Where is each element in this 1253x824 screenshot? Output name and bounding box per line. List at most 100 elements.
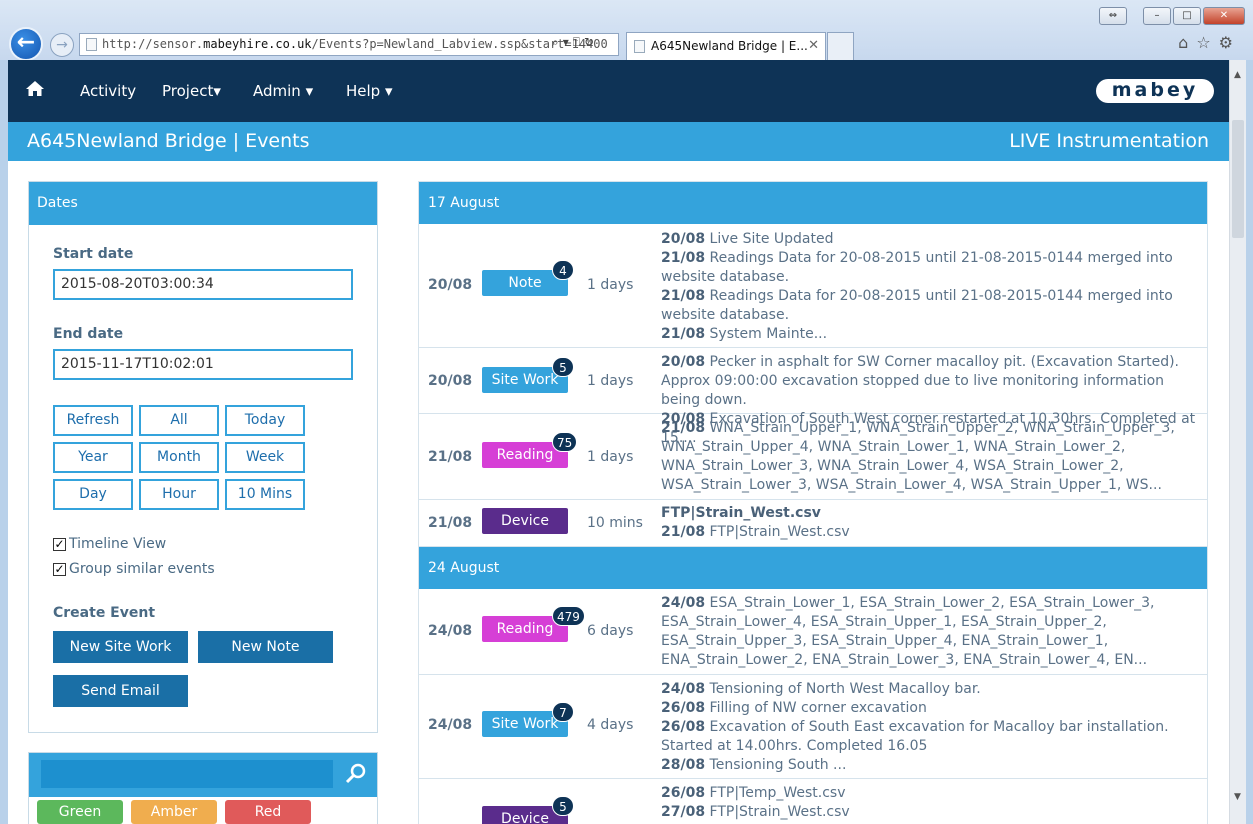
nav-activity[interactable]: Activity — [80, 82, 136, 100]
new-note-button[interactable]: New Note — [198, 631, 333, 663]
event-line-date: 21/08 — [661, 326, 706, 342]
window-frame — [1246, 60, 1253, 824]
event-description: FTP|Strain_West.csv 21/08 FTP|Strain_Wes… — [661, 504, 1199, 542]
group-similar-checkbox[interactable]: ✓ — [53, 562, 66, 576]
scroll-thumb[interactable] — [1232, 120, 1244, 238]
event-type-badge[interactable]: Device — [482, 508, 568, 534]
mabey-logo[interactable]: mabey — [1096, 79, 1214, 103]
group-similar-checkbox-row[interactable]: ✓ Group similar events — [53, 561, 215, 577]
search-icon[interactable]: ⌕ — [552, 35, 563, 49]
vertical-scrollbar[interactable]: ▲ ▼ — [1229, 60, 1246, 824]
event-count-badge: 5 — [552, 796, 574, 816]
close-window-button[interactable]: ✕ — [1203, 7, 1245, 25]
favorites-star-icon[interactable]: ☆ — [1196, 33, 1218, 52]
event-line-text: Readings Data for 20-08-2015 until 21-08… — [661, 250, 1173, 285]
status-chip-green[interactable]: Green — [37, 800, 123, 824]
minimize-button[interactable]: – — [1143, 7, 1171, 25]
status-chip-amber[interactable]: Amber — [131, 800, 217, 824]
event-line-text: System Mainte... — [709, 326, 828, 342]
page-viewport: Activity Project▾ Admin ▾ Help ▾ mabey A… — [8, 60, 1229, 824]
back-button[interactable]: ← — [9, 27, 43, 61]
refresh-icon[interactable]: ↻ — [584, 35, 598, 49]
event-description: 24/08 ESA_Strain_Lower_1, ESA_Strain_Low… — [661, 594, 1199, 670]
nav-admin[interactable]: Admin ▾ — [253, 82, 313, 100]
event-line-text: Filling of NW corner excavation — [709, 700, 927, 716]
search-icon[interactable] — [345, 762, 367, 784]
event-line-date: 27/08 — [661, 804, 706, 820]
restore-layout-icon[interactable]: ⇔ — [1099, 7, 1127, 25]
send-email-button[interactable]: Send Email — [53, 675, 188, 707]
event-line: 21/08 Readings Data for 20-08-2015 until… — [661, 249, 1199, 287]
top-navbar: Activity Project▾ Admin ▾ Help ▾ mabey — [8, 60, 1229, 122]
event-description: 24/08 Tensioning of North West Macalloy … — [661, 680, 1199, 775]
event-line-text: ESA_Strain_Lower_1, ESA_Strain_Lower_2, … — [661, 595, 1155, 668]
year-button[interactable]: Year — [53, 442, 133, 473]
event-duration: 10 mins — [587, 515, 643, 531]
event-line-text: FTP|Strain_West.csv — [709, 524, 850, 540]
event-line-text: WNA_Strain_Upper_1, WNA_Strain_Upper_2, … — [661, 420, 1175, 493]
live-instrumentation-label: LIVE Instrumentation — [1009, 130, 1209, 152]
event-row[interactable]: 24/08 Reading 479 6 days 24/08 ESA_Strain_Lo… — [419, 589, 1207, 675]
event-line-text: Pecker in asphalt for SW Corner macalloy… — [661, 354, 1179, 408]
home-icon[interactable] — [25, 79, 45, 99]
event-row[interactable]: 21/08 Reading 75 1 days 21/08 WNA_Strain_Upp… — [419, 414, 1207, 500]
hour-button[interactable]: Hour — [139, 479, 219, 510]
start-date-input[interactable]: 2015-08-20T03:00:34 — [53, 269, 353, 300]
search-input[interactable] — [41, 760, 333, 788]
forward-button[interactable]: → — [50, 33, 74, 57]
nav-project[interactable]: Project▾ — [162, 82, 221, 100]
close-tab-icon[interactable]: ✕ — [808, 33, 819, 59]
new-site-work-button[interactable]: New Site Work — [53, 631, 188, 663]
event-line: 21/08 WNA_Strain_Upper_1, WNA_Strain_Upp… — [661, 419, 1199, 495]
event-row[interactable]: 21/08 Device 10 mins FTP|Strain_West.csv 21… — [419, 500, 1207, 547]
day-button[interactable]: Day — [53, 479, 133, 510]
scroll-up-icon[interactable]: ▲ — [1234, 70, 1241, 80]
event-line-date: 28/08 — [661, 757, 706, 773]
event-line-text: Tensioning of North West Macalloy bar. — [709, 681, 981, 697]
event-line: 28/08 Tensioning South ... — [661, 756, 1199, 775]
event-row[interactable]: 20/08 Site Work 5 1 days 20/08 Pecker in asp… — [419, 348, 1207, 446]
compat-icon[interactable]: ⍐ — [573, 35, 584, 49]
scroll-down-icon[interactable]: ▼ — [1234, 792, 1241, 802]
browser-chrome: ⇔ – □ ✕ ← → http://sensor.mabeyhire.co.u… — [0, 0, 1253, 61]
event-count-badge: 7 — [552, 702, 574, 722]
day-header: 24 August — [419, 547, 1207, 589]
event-row[interactable]: Device 5 26/08 FTP|Temp_West.csv 27/08 FTP|… — [419, 779, 1207, 824]
maximize-button[interactable]: □ — [1173, 7, 1201, 25]
dates-panel: Dates Start date 2015-08-20T03:00:34 End… — [28, 181, 378, 733]
address-bar-icons: ⌕▾⍐↻ — [552, 35, 598, 50]
nav-help[interactable]: Help ▾ — [346, 82, 393, 100]
week-button[interactable]: Week — [225, 442, 305, 473]
event-line-date: 26/08 — [661, 700, 706, 716]
dropdown-icon[interactable]: ▾ — [563, 35, 573, 49]
refresh-button[interactable]: Refresh — [53, 405, 133, 436]
timeline-view-checkbox-row[interactable]: ✓ Timeline View — [53, 536, 166, 552]
timeline-view-checkbox[interactable]: ✓ — [53, 537, 66, 551]
event-line-date: 24/08 — [661, 595, 706, 611]
event-row[interactable]: 20/08 Note 4 1 days 20/08 Live Site Updated 2… — [419, 224, 1207, 348]
create-event-label: Create Event — [53, 605, 156, 621]
event-line-date: 20/08 — [661, 354, 706, 370]
timeline-view-label: Timeline View — [69, 536, 167, 552]
end-date-input[interactable]: 2015-11-17T10:02:01 — [53, 349, 353, 380]
gear-icon[interactable]: ⚙ — [1219, 33, 1241, 52]
event-line: 27/08 FTP|Strain_West.csv — [661, 803, 1199, 822]
event-line-text: Live Site Updated — [709, 231, 834, 247]
event-line-text: Tensioning South ... — [709, 757, 847, 773]
event-line: 21/08 Readings Data for 20-08-2015 until… — [661, 287, 1199, 325]
browser-tab-active[interactable]: A645Newland Bridge | E... ✕ — [626, 32, 826, 60]
event-line-text: FTP|Temp_West.csv — [709, 785, 846, 801]
page-title: A645Newland Bridge | Events — [27, 130, 310, 152]
events-list: 17 August 20/08 Note 4 1 days 20/08 Live Site… — [418, 181, 1208, 824]
all-button[interactable]: All — [139, 405, 219, 436]
today-button[interactable]: Today — [225, 405, 305, 436]
ten-mins-button[interactable]: 10 Mins — [225, 479, 305, 510]
home-icon[interactable]: ⌂ — [1178, 33, 1196, 52]
group-similar-label: Group similar events — [69, 561, 215, 577]
event-row[interactable]: 24/08 Site Work 7 4 days 24/08 Tensioning of… — [419, 675, 1207, 779]
month-button[interactable]: Month — [139, 442, 219, 473]
address-bar[interactable]: http://sensor.mabeyhire.co.uk/Events?p=N… — [79, 33, 619, 56]
status-chip-red[interactable]: Red — [225, 800, 311, 824]
new-tab-button[interactable] — [827, 32, 854, 60]
event-line: 21/08 System Mainte... — [661, 325, 1199, 344]
